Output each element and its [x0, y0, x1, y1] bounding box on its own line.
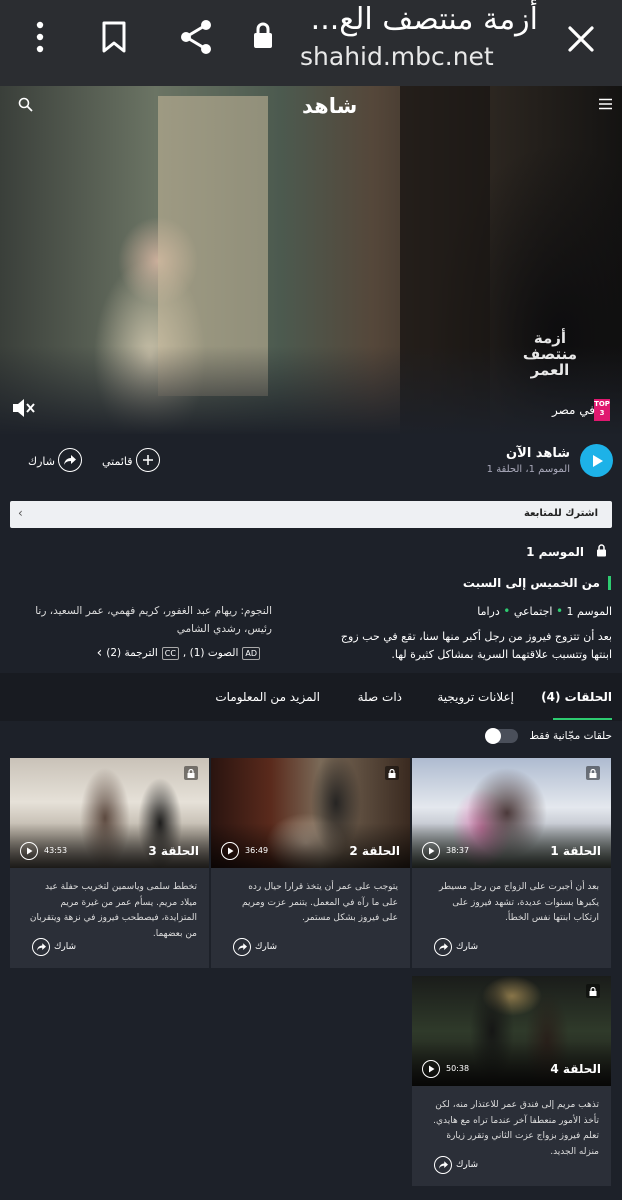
watch-now-subtitle: الموسم 1، الحلقة 1 [486, 464, 570, 475]
audio-label: الصوت (1) , [182, 647, 239, 659]
add-to-list-button[interactable] [136, 448, 160, 472]
play-button[interactable] [580, 444, 613, 477]
episode-duration: 36:49 [245, 846, 269, 855]
top-badge: TOP 3 [594, 399, 610, 421]
episode-duration: 38:37 [446, 846, 470, 855]
lock-icon [586, 766, 600, 780]
episode-play-icon[interactable] [221, 842, 239, 860]
share-label: شارك [456, 1160, 479, 1170]
episode-play-icon[interactable] [422, 1060, 440, 1078]
share-label: شارك [255, 942, 278, 952]
tab-more-info[interactable]: المزيد من المعلومات [215, 690, 320, 704]
season-label: الموسم 1 [526, 545, 584, 559]
watch-now-label[interactable]: شاهد الآن [506, 446, 570, 461]
share-label: شارك [456, 942, 479, 952]
meta-genre-2: دراما [477, 605, 500, 618]
season-lock-icon [596, 544, 607, 557]
audio-description-tag: AD [242, 646, 260, 660]
subscribe-label: اشترك للمتابعة [523, 508, 598, 519]
search-icon[interactable] [18, 97, 33, 112]
episode-duration: 50:38 [446, 1064, 470, 1073]
share-button[interactable] [58, 448, 82, 472]
episode-title: الحلقة 3 [148, 844, 199, 858]
episode-share-button[interactable]: شارك [434, 1156, 478, 1174]
lock-icon [586, 984, 600, 998]
show-meta: الموسم 1 • اجتماعي • دراما [477, 604, 612, 618]
plus-icon [143, 455, 153, 465]
browser-toolbar: أزمة منتصف الع... shahid.mbc.net [0, 0, 622, 86]
subscribe-bar[interactable]: اشترك للمتابعة ‹ [10, 501, 612, 528]
toggle-knob [485, 728, 501, 744]
share-label: شارك [28, 455, 55, 468]
schedule-label: من الخميس إلى السبت [462, 576, 600, 590]
close-icon[interactable] [566, 24, 596, 54]
episode-title: الحلقة 2 [349, 844, 400, 858]
share-arrow-icon [64, 455, 76, 465]
episode-share-button[interactable]: شارك [233, 938, 277, 956]
show-description: بعد أن تتزوج فيروز من رجل أكبر منها سنا،… [340, 630, 612, 661]
site-logo[interactable]: شاهد [302, 94, 357, 118]
mute-icon[interactable] [10, 396, 36, 420]
lock-icon [385, 766, 399, 780]
schedule-accent [608, 576, 611, 590]
meta-dot: • [555, 604, 564, 618]
episode-card[interactable]: الحلقة 1 38:37 بعد أن أجبرت على الزواج م… [412, 758, 611, 968]
menu-icon[interactable] [598, 98, 613, 110]
episode-title: الحلقة 1 [550, 844, 601, 858]
episode-card[interactable]: الحلقة 4 50:38 تذهب مريم إلى فندق عمر لل… [412, 976, 611, 1186]
active-tab-indicator [553, 718, 612, 720]
lock-icon [252, 22, 274, 50]
audio-subtitles[interactable]: AD الصوت (1) , CC الترجمة (2) › [97, 645, 260, 661]
share-arrow-icon [434, 1156, 452, 1174]
share-arrow-icon [434, 938, 452, 956]
meta-season: الموسم 1 [566, 605, 612, 618]
meta-genre-1: اجتماعي [513, 605, 553, 618]
episode-share-button[interactable]: شارك [434, 938, 478, 956]
bookmark-icon[interactable] [100, 20, 128, 54]
my-list-label: قائمتي [102, 455, 133, 468]
page-url[interactable]: shahid.mbc.net [300, 42, 494, 71]
episode-play-icon[interactable] [20, 842, 38, 860]
region-label: في مصر [552, 403, 596, 417]
meta-dot: • [503, 604, 511, 618]
episode-duration: 43:53 [44, 846, 68, 855]
episode-title: الحلقة 4 [550, 1062, 601, 1076]
episode-card[interactable]: الحلقة 2 36:49 يتوجب على عمر أن يتخذ قرا… [211, 758, 410, 968]
tab-promos[interactable]: إعلانات ترويجية [437, 690, 514, 704]
show-logo: أزمة منتصف العمر [522, 329, 578, 379]
free-only-toggle[interactable] [485, 728, 518, 744]
page-title: أزمة منتصف الع... [310, 2, 538, 37]
chevron-left-icon: ‹ [18, 506, 23, 520]
share-arrow-icon [233, 938, 251, 956]
chevron-right-icon: › [96, 645, 103, 661]
share-icon[interactable] [178, 18, 214, 56]
episode-description: تذهب مريم إلى فندق عمر للاعتذار منه، لكن… [433, 1100, 599, 1157]
episode-description: يتوجب على عمر أن يتخذ قرارا حيال رده على… [241, 882, 398, 923]
share-label: شارك [54, 942, 77, 952]
more-options-icon[interactable] [30, 20, 50, 54]
hero-image [0, 86, 622, 434]
episode-description: تخطط سلمى وياسمين لتخريب حفلة عيد ميلاد … [29, 882, 197, 939]
lock-icon [184, 766, 198, 780]
cast-list: النجوم: ريهام عبد الغفور، كريم فهمي، عمر… [35, 605, 272, 635]
play-icon [592, 454, 603, 467]
tab-episodes[interactable]: الحلقات (4) [541, 690, 612, 704]
free-only-label: حلقات مجّانية فقط [529, 730, 612, 742]
subtitles-label: الترجمة (2) [106, 647, 158, 659]
episode-play-icon[interactable] [422, 842, 440, 860]
episode-card[interactable]: الحلقة 3 43:53 تخطط سلمى وياسمين لتخريب … [10, 758, 209, 968]
episode-share-button[interactable]: شارك [32, 938, 76, 956]
closed-caption-tag: CC [161, 646, 179, 660]
tab-related[interactable]: ذات صلة [358, 690, 402, 704]
episode-description: بعد أن أجبرت على الزواج من رجل مسيطر يكب… [439, 882, 599, 923]
share-arrow-icon [32, 938, 50, 956]
